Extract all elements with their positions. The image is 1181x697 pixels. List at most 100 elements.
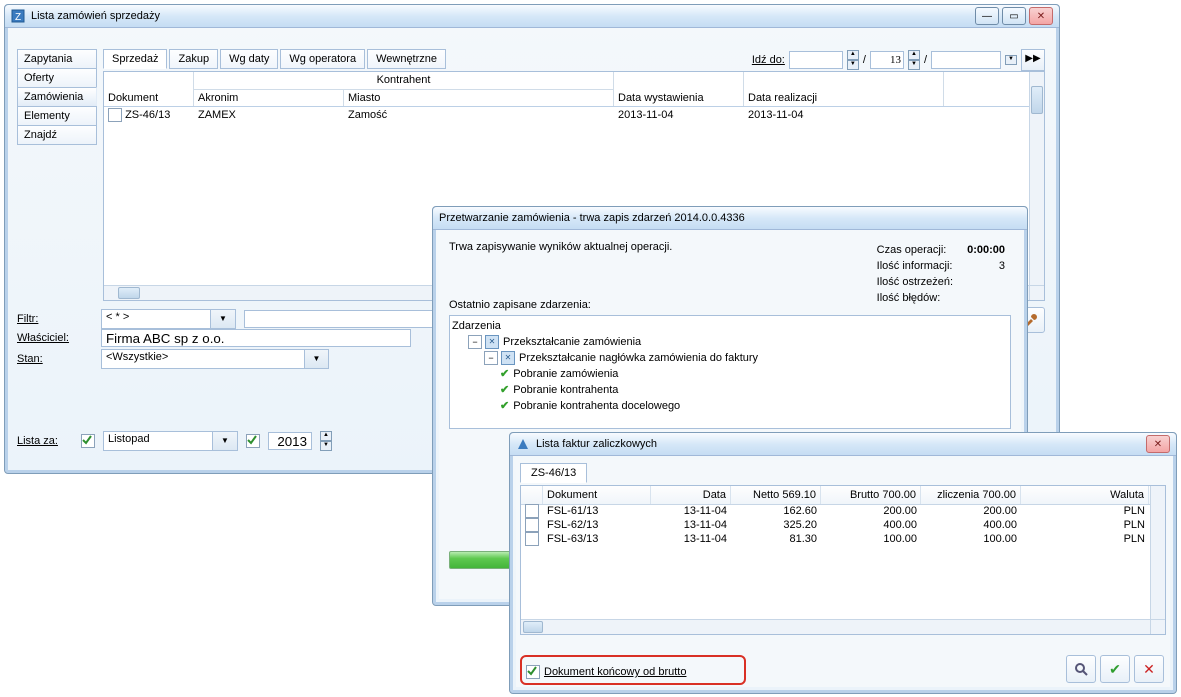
czas-label: Czas operacji: (871, 243, 959, 257)
hscroll-thumb[interactable] (523, 621, 543, 633)
close-button[interactable]: ✕ (1146, 435, 1170, 453)
goto-input-1[interactable] (789, 51, 843, 69)
inv-hscroll[interactable] (521, 619, 1151, 634)
toptab-zakup[interactable]: Zakup (169, 49, 218, 69)
filtr-input[interactable] (244, 310, 444, 328)
row-brutto: 200.00 (821, 504, 921, 518)
row-brutto: 400.00 (821, 518, 921, 532)
top-tabs: Sprzedaż Zakup Wg daty Wg operatora Wewn… (103, 49, 446, 69)
stan-combo[interactable]: <Wszystkie>▼ (101, 349, 329, 369)
sidetab-zamowienia[interactable]: Zamówienia (17, 87, 97, 107)
toptab-wgdaty[interactable]: Wg daty (220, 49, 278, 69)
row-netto: 162.60 (731, 504, 821, 518)
col-waluta[interactable]: Waluta (1021, 486, 1149, 504)
check-icon: ✔ (500, 400, 509, 412)
tree-label: Pobranie kontrahenta (513, 384, 618, 396)
tree-leaf[interactable]: ✔Pobranie zamówienia (452, 366, 1008, 382)
col-datawyst[interactable]: Data wystawienia (618, 92, 704, 104)
col-miasto[interactable]: Miasto (348, 92, 380, 104)
col-check[interactable] (521, 486, 543, 504)
sidetab-elementy[interactable]: Elementy (17, 106, 97, 126)
rok-spin[interactable]: ▲▼ (320, 431, 332, 451)
row-dokument: FSL-62/13 (543, 518, 651, 532)
row-netto: 81.30 (731, 532, 821, 546)
ok-button[interactable]: ✔ (1100, 655, 1130, 683)
filtr-combo[interactable]: < * >▼ (101, 309, 236, 329)
toptab-sprzedaz[interactable]: Sprzedaż (103, 49, 167, 69)
wlasciciel-input[interactable] (101, 329, 411, 347)
miesiac-combo[interactable]: Listopad▼ (103, 431, 238, 451)
listaza-label: Lista za: (17, 435, 73, 447)
tree-node[interactable]: −✕Przekształcanie nagłówka zamówienia do… (452, 350, 1008, 366)
check-icon: ✔ (500, 368, 509, 380)
invoice-grid: Dokument Data Netto 569.10 Brutto 700.00… (520, 485, 1166, 635)
err-value (961, 291, 1011, 305)
row-checkbox[interactable] (525, 518, 539, 532)
maximize-button[interactable]: ▭ (1002, 7, 1026, 25)
row-checkbox[interactable] (525, 532, 539, 546)
goto-spin-1[interactable]: ▲▼ (847, 50, 859, 70)
row-checkbox[interactable] (108, 108, 122, 122)
tree-leaf[interactable]: ✔ Pobranie kontrahenta docelowego (452, 398, 1008, 414)
grid-vscroll[interactable] (1029, 72, 1044, 286)
row-waluta: PLN (1021, 518, 1149, 532)
tree-label: Przekształcanie nagłówka zamówienia do f… (519, 352, 758, 364)
sidetab-oferty[interactable]: Oferty (17, 68, 97, 88)
invoices-dialog: Lista faktur zaliczkowych ✕ ZS-46/13 Dok… (509, 432, 1177, 694)
main-titlebar[interactable]: Z Lista zamówień sprzedaży — ▭ ✕ (5, 5, 1059, 28)
svg-text:Z: Z (15, 12, 21, 23)
row-waluta: PLN (1021, 504, 1149, 518)
sidetab-zapytania[interactable]: Zapytania (17, 49, 97, 69)
goto-input-3[interactable] (931, 51, 1001, 69)
col-data[interactable]: Data (651, 486, 731, 504)
invoice-row[interactable]: FSL-61/1313-11-04162.60200.00200.00PLN (521, 504, 1151, 518)
invoice-row[interactable]: FSL-62/1313-11-04325.20400.00400.00PLN (521, 518, 1151, 532)
goto-input-2[interactable] (870, 51, 904, 69)
tree-label: Pobranie kontrahenta docelowego (513, 400, 680, 412)
brutto-checkbox[interactable] (526, 665, 540, 679)
magnifier-icon (1074, 662, 1088, 676)
row-checkbox[interactable] (525, 504, 539, 518)
col-dokument[interactable]: Dokument (543, 486, 651, 504)
col-brutto[interactable]: Brutto 700.00 (821, 486, 921, 504)
col-dokument[interactable]: Dokument (108, 92, 158, 104)
toptab-wewnetrzne[interactable]: Wewnętrzne (367, 49, 446, 69)
events-tree[interactable]: Zdarzenia −✕Przekształcanie zamówienia −… (449, 315, 1011, 429)
cancel-button[interactable]: ✕ (1134, 655, 1164, 683)
proc-titlebar[interactable]: Przetwarzanie zamówienia - trwa zapis zd… (433, 207, 1027, 230)
col-zliczenia[interactable]: zliczenia 700.00 (921, 486, 1021, 504)
grid-row[interactable]: ZS-46/13 ZAMEX Zamość 2013-11-04 2013-11… (104, 106, 1030, 124)
hscroll-thumb[interactable] (118, 287, 140, 299)
col-netto[interactable]: Netto 569.10 (731, 486, 821, 504)
tree-node[interactable]: −✕Przekształcanie zamówienia (452, 334, 1008, 350)
col-datareal[interactable]: Data realizacji (748, 92, 817, 104)
tree-leaf[interactable]: ✔ Pobranie kontrahenta (452, 382, 1008, 398)
tree-root[interactable]: Zdarzenia (452, 318, 1008, 334)
invoice-row[interactable]: FSL-63/1313-11-0481.30100.00100.00PLN (521, 532, 1151, 546)
miesiac-checkbox[interactable] (81, 434, 95, 448)
minimize-button[interactable]: — (975, 7, 999, 25)
sidetab-znajdz[interactable]: Znajdź (17, 125, 97, 145)
side-tabs: Zapytania Oferty Zamówienia Elementy Zna… (17, 49, 97, 144)
inv-vscroll[interactable] (1150, 486, 1165, 620)
vscroll-thumb[interactable] (1031, 86, 1043, 114)
close-button[interactable]: ✕ (1029, 7, 1053, 25)
search-button[interactable] (1066, 655, 1096, 683)
rok-checkbox[interactable] (246, 434, 260, 448)
inv-title: Lista faktur zaliczkowych (536, 438, 657, 450)
col-akronim[interactable]: Akronim (198, 92, 238, 104)
info-label: Ilość informacji: (871, 259, 959, 273)
err-label: Ilość błędów: (871, 291, 959, 305)
goto-spin-3[interactable]: ▼ (1005, 55, 1017, 65)
toptab-wgoperatora[interactable]: Wg operatora (280, 49, 365, 69)
inv-titlebar[interactable]: Lista faktur zaliczkowych ✕ (510, 433, 1176, 456)
row-waluta: PLN (1021, 532, 1149, 546)
inv-tab[interactable]: ZS-46/13 (520, 463, 587, 483)
minus-icon[interactable]: − (468, 335, 482, 349)
row-datareal: 2013-11-04 (744, 106, 944, 124)
minus-icon[interactable]: − (484, 351, 498, 365)
goto-spin-2[interactable]: ▲▼ (908, 50, 920, 70)
rok-input[interactable] (268, 432, 312, 450)
goto-button[interactable]: ▶▶ (1021, 49, 1045, 71)
check-icon: ✔ (500, 384, 509, 396)
